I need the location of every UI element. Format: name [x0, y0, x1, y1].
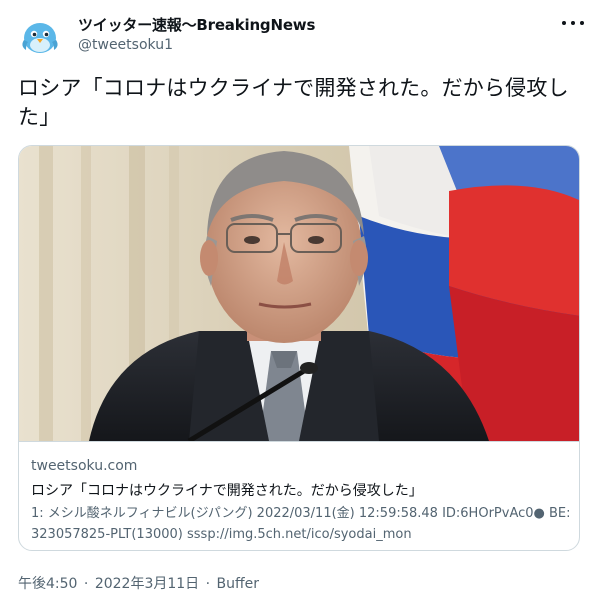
author-avatar[interactable] [18, 14, 62, 58]
tweet-meta: 午後4:50 · 2022年3月11日 · Buffer [18, 573, 259, 593]
tweet-date[interactable]: 2022年3月11日 [95, 576, 199, 592]
tweet-time[interactable]: 午後4:50 [18, 576, 77, 592]
tweet-text: ロシア「コロナはウクライナで開発された。だから侵攻した」 [18, 76, 569, 129]
meta-separator: · [205, 576, 211, 592]
tweet: ツイッター速報〜BreakingNews @tweetsoku1 ロシア「コロナ… [0, 0, 598, 610]
bird-avatar-icon [18, 14, 62, 58]
link-card[interactable]: tweetsoku.com ロシア「コロナはウクライナで開発された。だから侵攻し… [18, 145, 580, 551]
card-image[interactable] [19, 146, 579, 441]
more-dot [562, 21, 566, 25]
card-body[interactable]: tweetsoku.com ロシア「コロナはウクライナで開発された。だから侵攻し… [19, 441, 579, 550]
more-dot [571, 21, 575, 25]
card-description: 1: メシル酸ネルフィナビル(ジパング) 2022/03/11(金) 12:59… [31, 506, 571, 542]
more-dot [580, 21, 584, 25]
tweet-source[interactable]: Buffer [217, 576, 260, 592]
meta-separator: · [83, 576, 89, 592]
more-options-icon[interactable] [562, 14, 584, 32]
author-name[interactable]: ツイッター速報〜BreakingNews [78, 14, 315, 35]
card-title: ロシア「コロナはウクライナで開発された。だから侵攻した」 [31, 483, 423, 499]
news-photo [19, 146, 579, 441]
author-handle[interactable]: @tweetsoku1 [78, 37, 173, 53]
card-domain: tweetsoku.com [31, 458, 138, 474]
